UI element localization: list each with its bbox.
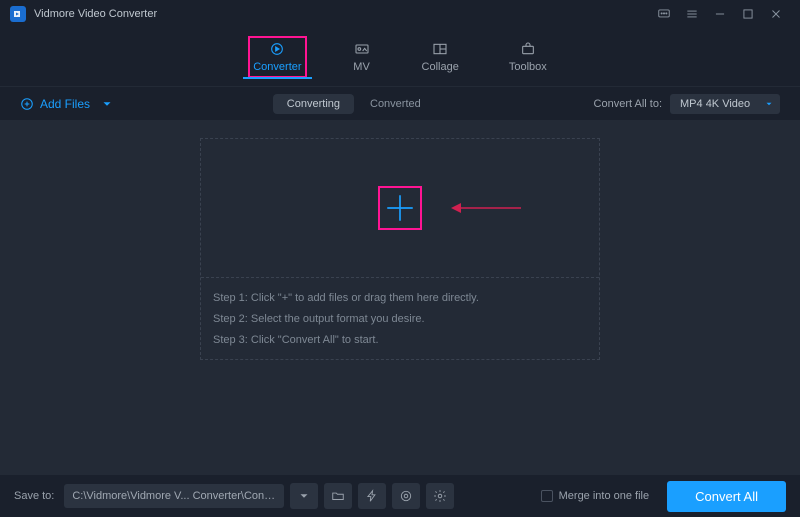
hardware-accel-button[interactable] xyxy=(358,483,386,509)
add-files-button[interactable]: Add Files xyxy=(20,97,114,111)
tab-converter[interactable]: Converter xyxy=(253,41,301,73)
step-text: Step 1: Click "+" to add files or drag t… xyxy=(213,288,587,309)
status-tab-converted[interactable]: Converted xyxy=(356,94,435,114)
settings-button[interactable] xyxy=(426,483,454,509)
app-title: Vidmore Video Converter xyxy=(34,8,157,20)
convert-all-to: Convert All to: MP4 4K Video xyxy=(594,94,780,114)
main-tabs: Converter MV Collage Toolbox xyxy=(0,28,800,86)
chevron-down-icon xyxy=(100,97,114,111)
save-path-dropdown[interactable] xyxy=(290,483,318,509)
dropzone-top xyxy=(201,139,599,277)
open-folder-button[interactable] xyxy=(324,483,352,509)
add-files-label: Add Files xyxy=(40,97,90,111)
annotation-arrow-icon xyxy=(451,201,521,219)
minimize-button[interactable] xyxy=(706,3,734,25)
steps-panel: Step 1: Click "+" to add files or drag t… xyxy=(201,278,599,359)
merge-label: Merge into one file xyxy=(559,490,650,502)
save-to-label: Save to: xyxy=(14,490,54,502)
tab-label: Toolbox xyxy=(509,61,547,73)
titlebar: Vidmore Video Converter xyxy=(0,0,800,28)
close-button[interactable] xyxy=(762,3,790,25)
dropzone[interactable]: Step 1: Click "+" to add files or drag t… xyxy=(200,138,600,360)
maximize-button[interactable] xyxy=(734,3,762,25)
step-text: Step 2: Select the output format you des… xyxy=(213,309,587,330)
tab-mv[interactable]: MV xyxy=(352,41,372,73)
chevron-down-icon xyxy=(764,99,774,112)
tab-label: Converter xyxy=(253,61,301,73)
status-tab-converting[interactable]: Converting xyxy=(273,94,354,114)
menu-icon[interactable] xyxy=(678,3,706,25)
status-tabs: Converting Converted xyxy=(273,94,435,114)
toolbar: Add Files Converting Converted Convert A… xyxy=(0,86,800,120)
save-path-input[interactable]: C:\Vidmore\Vidmore V... Converter\Conver… xyxy=(64,484,284,508)
step-text: Step 3: Click "Convert All" to start. xyxy=(213,330,587,351)
bottombar: Save to: C:\Vidmore\Vidmore V... Convert… xyxy=(0,475,800,517)
output-format-value: MP4 4K Video xyxy=(680,98,750,110)
app-logo-icon xyxy=(10,6,26,22)
checkbox-box-icon xyxy=(541,490,553,502)
feedback-icon[interactable] xyxy=(650,3,678,25)
content-area: Step 1: Click "+" to add files or drag t… xyxy=(0,120,800,475)
add-files-plus-button[interactable] xyxy=(378,186,422,230)
tab-toolbox[interactable]: Toolbox xyxy=(509,41,547,73)
tab-label: Collage xyxy=(422,61,459,73)
high-speed-button[interactable] xyxy=(392,483,420,509)
output-format-select[interactable]: MP4 4K Video xyxy=(670,94,780,114)
convert-all-button[interactable]: Convert All xyxy=(667,481,786,512)
tab-collage[interactable]: Collage xyxy=(422,41,459,73)
tab-label: MV xyxy=(353,61,370,73)
merge-checkbox[interactable]: Merge into one file xyxy=(541,490,650,502)
convert-all-to-label: Convert All to: xyxy=(594,98,662,110)
